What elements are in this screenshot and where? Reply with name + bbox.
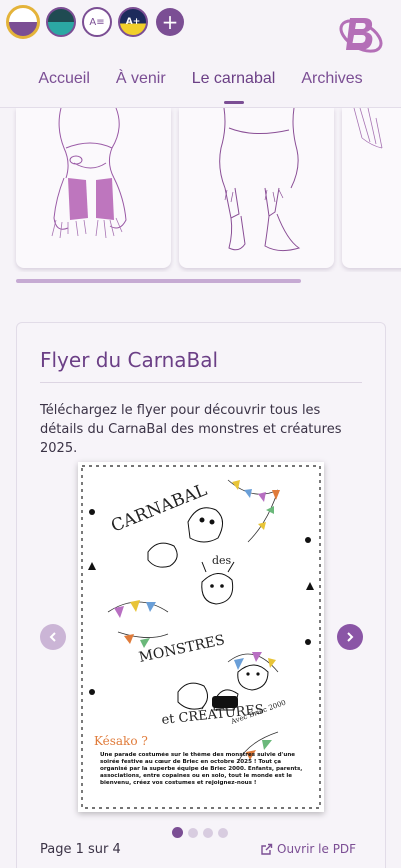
- flyer-preview[interactable]: CARNABAL des MONSTRES et CRÉATURES Avec …: [78, 462, 324, 812]
- theme-switcher: A≡ A+ +: [6, 5, 184, 39]
- page-indicator: [172, 827, 228, 838]
- flyer-headline-carnabal: CARNABAL: [108, 480, 209, 536]
- flyer-body-text: Une parade costumée sur le thème des mon…: [100, 752, 303, 786]
- costume-drawing-image: [353, 108, 383, 149]
- theme-contrast-label: A+: [125, 17, 141, 27]
- page-info: Page 1 sur 4: [40, 842, 121, 857]
- main-nav: Accueil À venir Le carnabal Archives: [0, 70, 401, 88]
- flyer-image: CARNABAL des MONSTRES et CRÉATURES Avec …: [81, 465, 321, 809]
- page-dot[interactable]: [188, 827, 198, 838]
- theme-font-accessible-button[interactable]: A≡: [82, 7, 112, 37]
- theme-font-label: A≡: [89, 16, 105, 28]
- theme-default-button[interactable]: [6, 5, 40, 39]
- site-header: A≡ A+ + Accueil À venir Le carnabal Arch…: [0, 0, 401, 108]
- gallery-card[interactable]: [342, 108, 401, 268]
- nav-item-accueil[interactable]: Accueil: [25, 70, 103, 88]
- costume-gallery[interactable]: [0, 108, 401, 272]
- chevron-right-icon: [347, 632, 354, 642]
- flyer-card: Flyer du CarnaBal Téléchargez le flyer p…: [16, 322, 386, 868]
- add-theme-button[interactable]: +: [156, 8, 184, 36]
- open-pdf-label: Ouvrir le PDF: [277, 842, 357, 856]
- flyer-title: Flyer du CarnaBal: [40, 348, 219, 372]
- flyer-headline-des: des: [212, 554, 232, 567]
- previous-page-button[interactable]: [40, 624, 66, 650]
- page-dot[interactable]: [218, 827, 228, 838]
- gallery-scrollbar[interactable]: [16, 279, 301, 283]
- page-dot[interactable]: [172, 827, 183, 838]
- nav-item-archives[interactable]: Archives: [288, 70, 375, 88]
- nav-item-a-venir[interactable]: À venir: [103, 70, 179, 88]
- page-dot[interactable]: [203, 827, 213, 838]
- nav-item-le-carnabal[interactable]: Le carnabal: [179, 70, 289, 88]
- theme-high-contrast-button[interactable]: A+: [118, 7, 148, 37]
- open-pdf-link[interactable]: Ouvrir le PDF: [260, 842, 356, 856]
- gallery-card[interactable]: [16, 108, 171, 268]
- flyer-description: Téléchargez le flyer pour découvrir tous…: [40, 403, 342, 456]
- brand-logo[interactable]: [336, 10, 386, 58]
- costume-drawing-image: [51, 108, 127, 239]
- theme-dark-teal-button[interactable]: [46, 7, 76, 37]
- flyer-kesako: Késako ?: [94, 734, 148, 748]
- plus-icon: +: [161, 10, 179, 34]
- chevron-left-icon: [49, 632, 56, 642]
- costume-drawing-image: [219, 108, 301, 252]
- title-divider: [40, 382, 362, 383]
- gallery-card[interactable]: [179, 108, 334, 268]
- next-page-button[interactable]: [337, 624, 363, 650]
- external-link-icon: [261, 843, 273, 855]
